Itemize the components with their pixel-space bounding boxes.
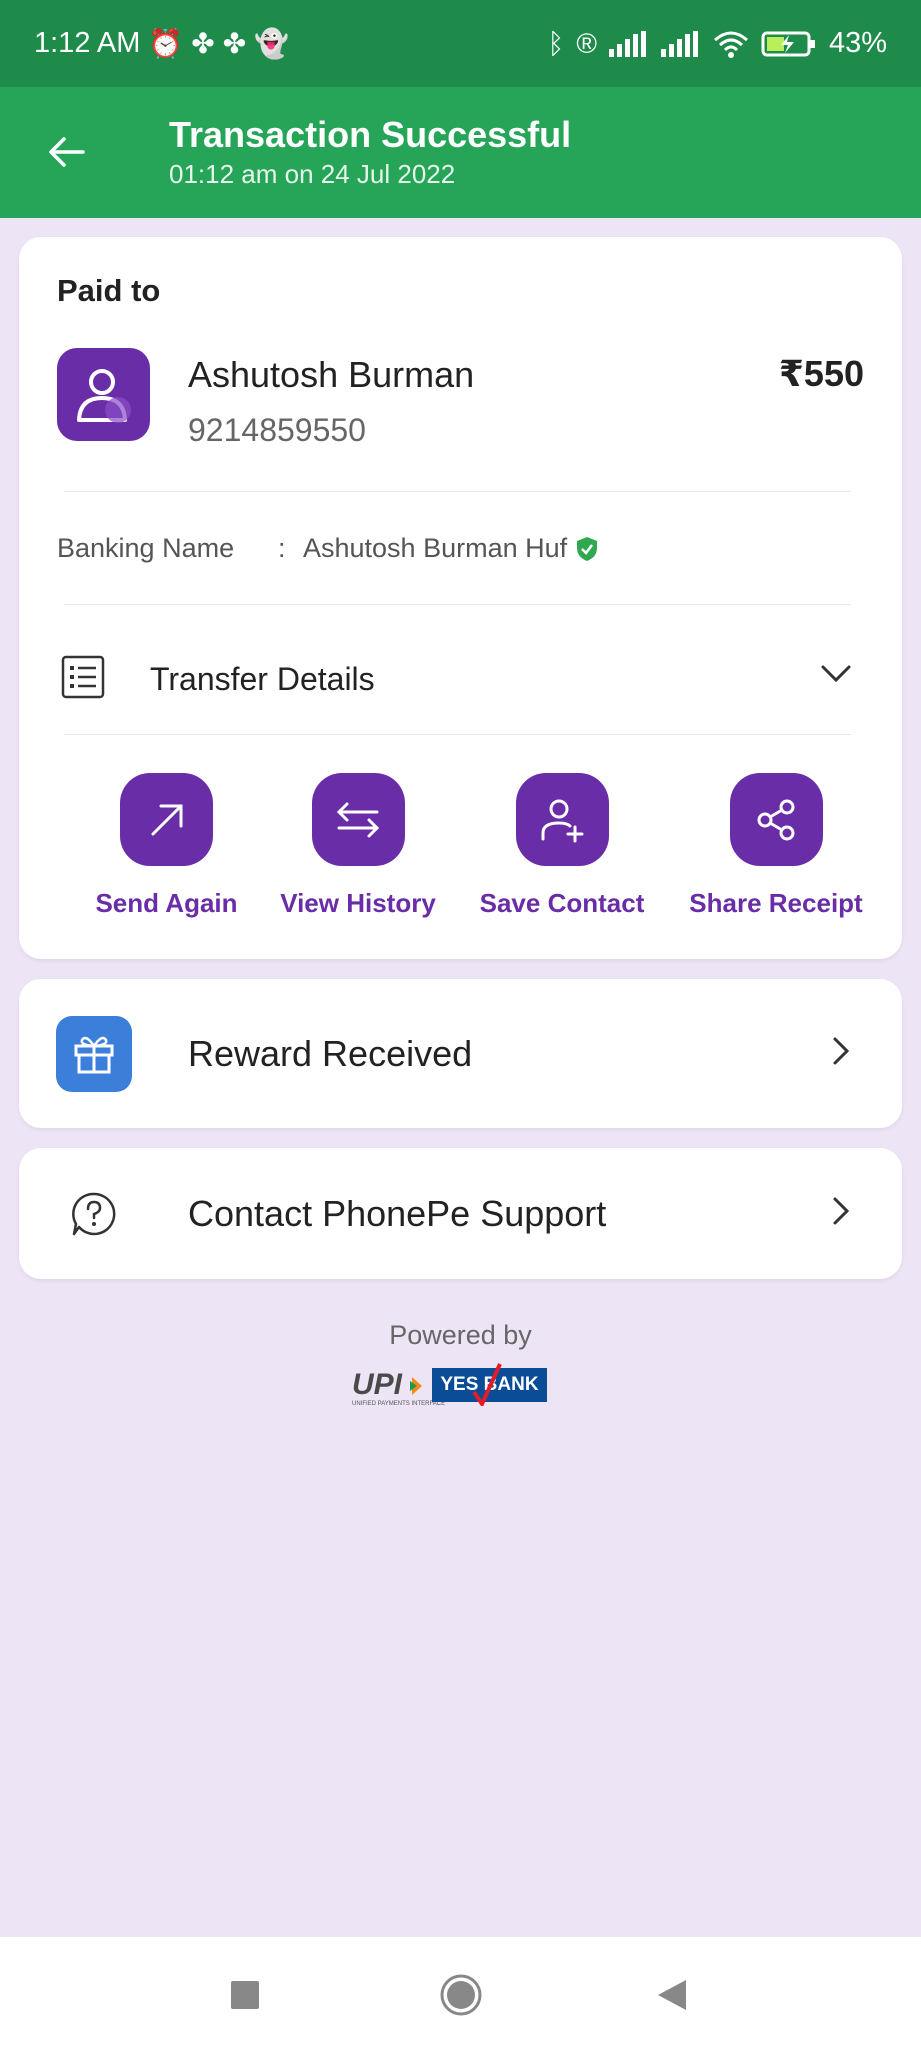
quick-actions: Send Again View History Save Contact Sha…	[19, 773, 902, 943]
send-again-button[interactable]: Send Again	[74, 773, 259, 919]
add-person-icon	[541, 799, 584, 842]
status-bar: 1:12 AM ⏰ ✤ ✤ 👻 ᛒ ® 43%	[0, 0, 921, 87]
arrow-left-icon	[49, 137, 85, 167]
square-icon	[231, 1981, 259, 2009]
view-history-label: View History	[280, 888, 436, 918]
upi-logo-subtext: UNIFIED PAYMENTS INTERFACE	[352, 1401, 446, 1407]
reward-received-label: Reward Received	[188, 1033, 473, 1074]
circle-icon	[440, 1974, 482, 2016]
upi-logo: UPI UNIFIED PAYMENTS INTERFACE	[352, 1368, 445, 1407]
list-document-icon	[61, 655, 105, 699]
swap-arrows-icon	[336, 802, 380, 837]
divider	[64, 734, 851, 735]
powered-by-label: Powered by	[389, 1320, 532, 1350]
divider	[64, 604, 851, 605]
view-history-icon-circle	[311, 773, 405, 866]
snapchat-icon: 👻	[254, 27, 290, 59]
status-time: 1:12 AM	[34, 27, 141, 59]
payee-phone: 9214859550	[188, 412, 366, 448]
contact-support-label: Contact PhonePe Support	[188, 1193, 607, 1234]
partner-logos: UPI UNIFIED PAYMENTS INTERFACE YES BANK	[352, 1363, 572, 1407]
transfer-details-label: Transfer Details	[150, 661, 375, 697]
chevron-down-icon	[821, 665, 851, 683]
transaction-timestamp: 01:12 am on 24 Jul 2022	[169, 159, 456, 189]
registered-icon: ®	[576, 27, 597, 59]
banking-name: Ashutosh Burman Huf	[303, 533, 568, 563]
reward-received-row[interactable]: Reward Received	[19, 979, 902, 1128]
app-notification-icon: ✤	[222, 27, 247, 59]
amount: ₹550	[778, 353, 864, 394]
app-notification-icon: ✤	[191, 27, 215, 59]
payee-name: Ashutosh Burman	[188, 354, 475, 395]
transaction-card: Paid to Ashutosh Burman 9214859550 ₹550 …	[19, 237, 902, 959]
share-receipt-icon-circle	[729, 773, 823, 866]
save-contact-label: Save Contact	[479, 888, 645, 918]
gift-icon	[74, 1036, 114, 1074]
battery-charging-icon	[761, 31, 815, 56]
alarm-icon: ⏰	[148, 27, 184, 59]
recent-apps-button[interactable]	[215, 1965, 275, 2025]
avatar	[57, 348, 150, 441]
verified-shield-icon	[577, 536, 598, 561]
page-title: Transaction Successful	[169, 114, 572, 155]
banking-name-label: Banking Name	[57, 533, 235, 563]
yes-bank-tick-mark	[472, 1363, 503, 1406]
help-chat-icon	[72, 1192, 116, 1236]
signal-icon	[660, 30, 698, 57]
wifi-icon	[713, 31, 748, 58]
home-button[interactable]	[431, 1965, 491, 2025]
save-contact-icon-circle	[515, 773, 609, 866]
upi-arrow-mark	[410, 1377, 423, 1396]
system-nav-bar	[0, 1937, 921, 2048]
share-icon	[757, 799, 795, 840]
banking-name-value: Ashutosh Burman Huf	[303, 533, 599, 564]
signal-icon	[608, 30, 646, 57]
upi-logo-text: UPI	[352, 1368, 403, 1401]
view-history-button[interactable]: View History	[258, 773, 458, 919]
triangle-back-icon	[658, 1980, 686, 2010]
send-again-icon-circle	[120, 773, 213, 866]
share-receipt-label: Share Receipt	[689, 888, 863, 918]
share-receipt-button[interactable]: Share Receipt	[666, 773, 886, 919]
save-contact-button[interactable]: Save Contact	[453, 773, 671, 919]
divider	[64, 491, 851, 492]
back-button[interactable]	[42, 127, 92, 177]
nav-back-button[interactable]	[642, 1965, 702, 2025]
paid-to-label: Paid to	[57, 273, 161, 308]
bluetooth-icon: ᛒ	[547, 27, 565, 59]
send-again-label: Send Again	[95, 888, 238, 918]
yes-bank-logo: YES BANK	[432, 1363, 547, 1406]
arrow-up-right-icon	[151, 804, 182, 835]
gift-icon-box	[56, 1016, 132, 1092]
app-header: Transaction Successful 01:12 am on 24 Ju…	[0, 87, 921, 218]
battery-percent: 43%	[828, 27, 887, 59]
chevron-right-icon	[833, 1037, 850, 1065]
person-icon	[76, 368, 131, 423]
transfer-details-toggle[interactable]: Transfer Details	[19, 629, 902, 724]
banking-name-separator: :	[278, 533, 286, 563]
chevron-right-icon	[833, 1197, 850, 1225]
contact-support-row[interactable]: Contact PhonePe Support	[19, 1148, 902, 1279]
